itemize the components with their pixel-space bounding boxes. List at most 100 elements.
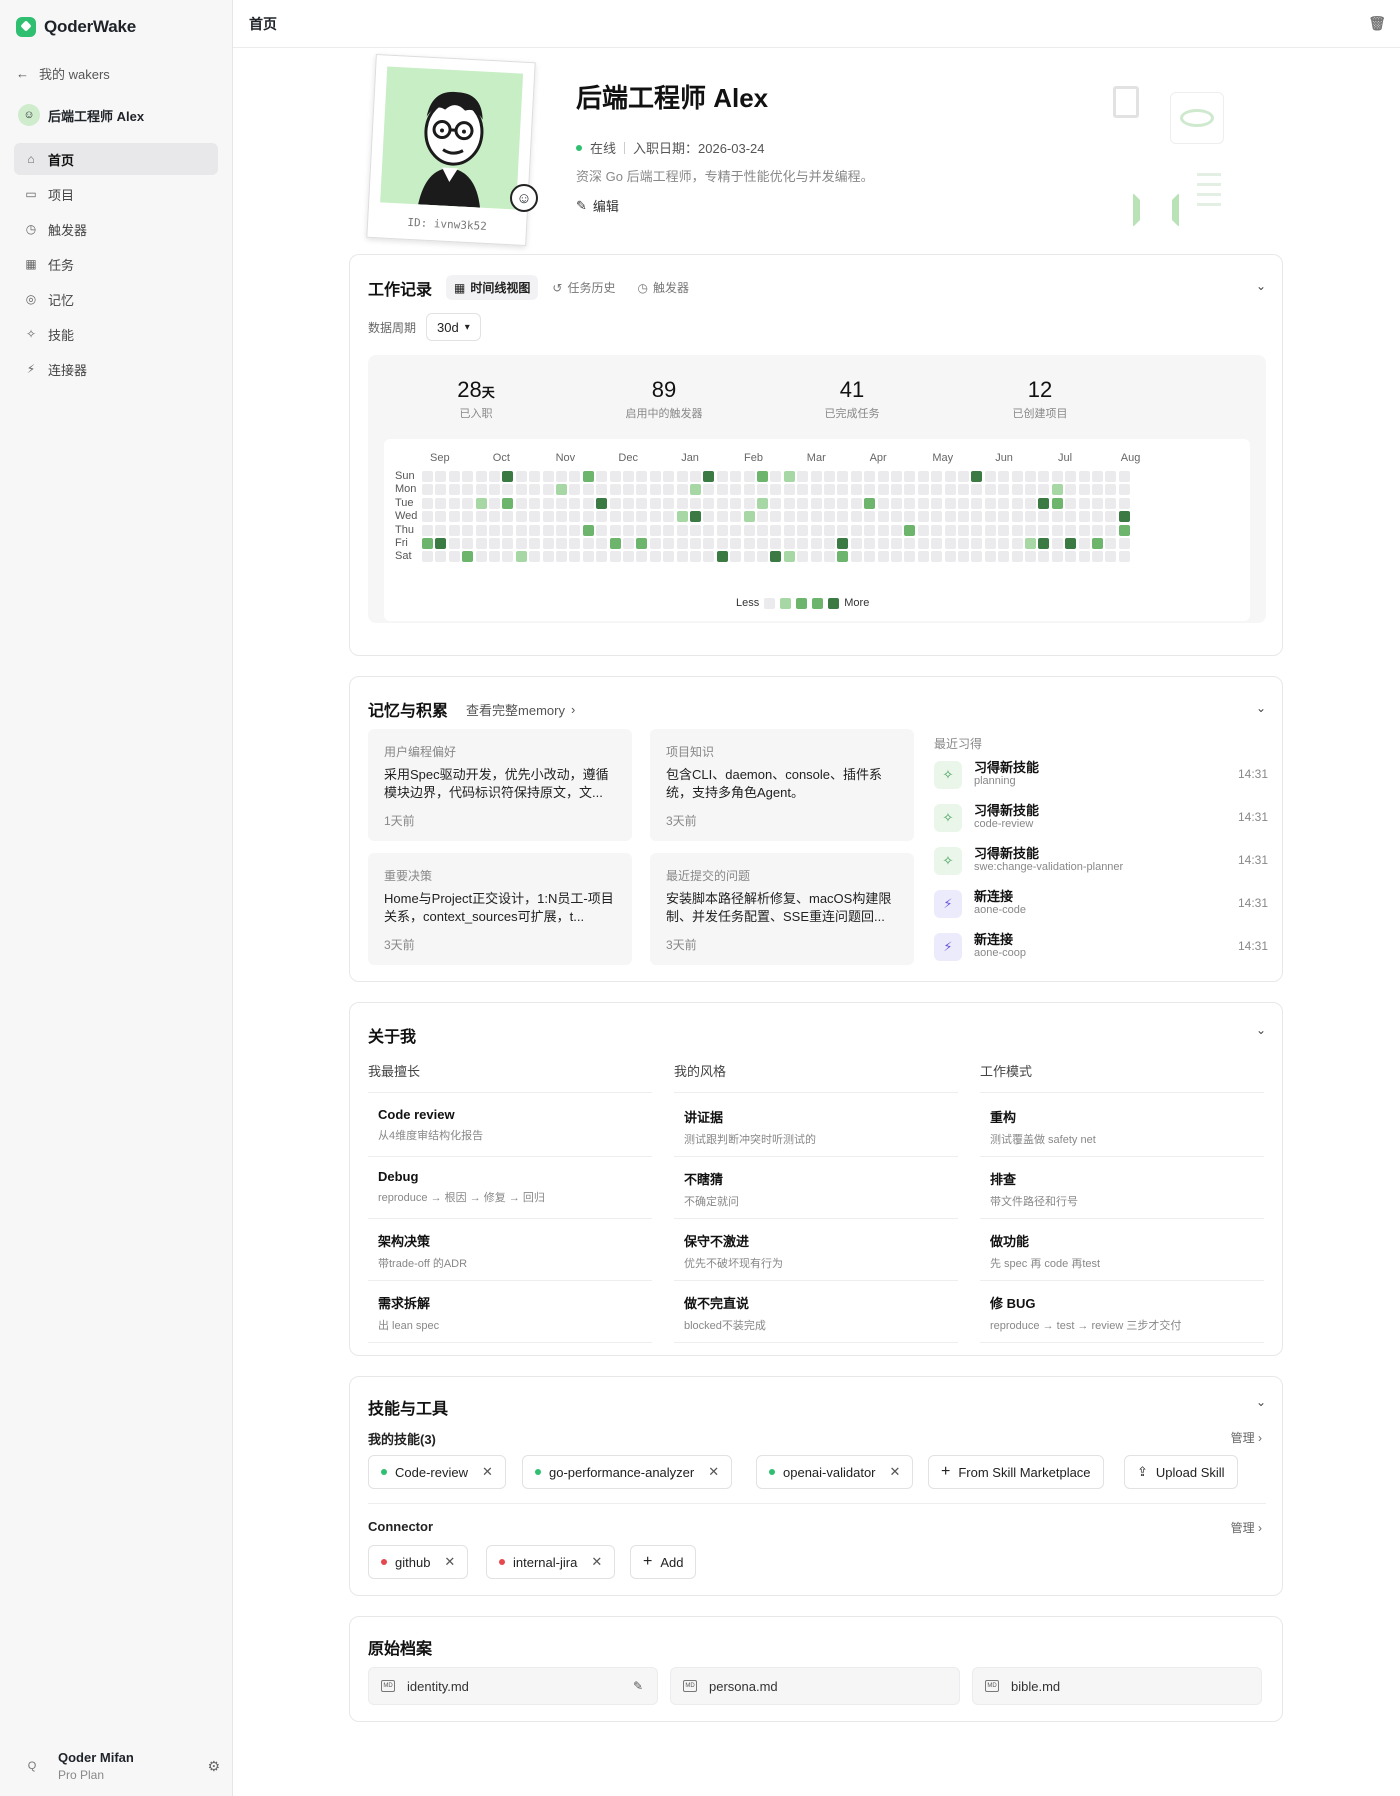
stat-value: 41	[839, 377, 865, 402]
edit-button[interactable]: ✎ 编辑	[576, 196, 619, 215]
heatmap-cell	[877, 551, 889, 563]
heatmap-cell	[1118, 524, 1130, 536]
manage-skills-link[interactable]: 管理 ›	[1231, 1429, 1262, 1446]
skill-marketplace-button[interactable]: + From Skill Marketplace	[928, 1455, 1104, 1489]
heatmap-cell	[422, 551, 433, 563]
heatmap-cell	[810, 497, 822, 509]
tab-0[interactable]: ▦ 时间线视图	[446, 275, 539, 300]
heatmap-cell	[649, 524, 661, 536]
recent-item[interactable]: ⚡ 新连接 aone-coop 14:31	[934, 929, 1268, 969]
heatmap-cell	[757, 484, 768, 496]
memory-item[interactable]: 项目知识 包含CLI、daemon、console、插件系统，支持多角色Agent…	[650, 729, 914, 841]
memory-item[interactable]: 重要决策 Home与Project正交设计，1:N员工-项目关系，context_…	[368, 853, 632, 965]
heatmap-cell	[1011, 538, 1023, 549]
period-select[interactable]: 30d ▾	[426, 313, 481, 341]
heatmap-cell	[435, 511, 447, 523]
connector-chip[interactable]: internal-jira ✕	[486, 1545, 616, 1579]
heatmap-cell	[1078, 538, 1090, 549]
smile-icon[interactable]: ☺	[510, 184, 538, 212]
skill-chip[interactable]: Code-review ✕	[368, 1455, 506, 1489]
heatmap-cell	[489, 538, 500, 549]
about-item-sub: 不确定就问	[684, 1196, 739, 1208]
chevron-down-icon[interactable]: ⌄	[1256, 1023, 1266, 1037]
close-icon[interactable]: ✕	[890, 1464, 901, 1480]
day-label: Wed	[395, 510, 418, 523]
agent-selector[interactable]: ☺ 后端工程师 Alex	[18, 104, 144, 126]
heatmap-cell	[810, 538, 822, 549]
heatmap-cell	[542, 524, 554, 536]
close-icon[interactable]: ✕	[708, 1464, 719, 1480]
skill-chip[interactable]: go-performance-analyzer ✕	[522, 1455, 733, 1489]
sidebar-item-label: 记忆	[48, 292, 75, 308]
heatmap-cell	[596, 471, 608, 482]
about-item-title: 不瞎猜	[684, 1172, 724, 1187]
heatmap-cell	[649, 484, 661, 496]
recent-item[interactable]: ✧ 习得新技能 swe:change-validation-planner 14:31	[934, 843, 1268, 883]
chevron-down-icon[interactable]: ⌄	[1256, 1395, 1266, 1409]
work-header: 工作记录 ▦ 时间线视图 ↺ 任务历史 ◷ 触发器	[368, 275, 697, 300]
chevron-down-icon[interactable]: ⌄	[1256, 701, 1266, 715]
tab-label: 任务历史	[567, 281, 616, 295]
about-item-sub: 先 spec 再 code 再test	[990, 1258, 1101, 1270]
close-icon[interactable]: ✕	[444, 1554, 455, 1570]
heatmap-cell	[850, 551, 862, 563]
heatmap-cell	[1065, 511, 1077, 523]
heatmap-cell	[877, 471, 889, 482]
about-item: 讲证据 测试跟判断冲突时听测试的	[674, 1095, 958, 1157]
back-label: 我的 wakers	[39, 67, 110, 82]
tab-2[interactable]: ◷ 触发器	[629, 275, 697, 300]
heatmap-cell	[716, 511, 728, 523]
sidebar-item-5[interactable]: ✧ 技能	[14, 318, 218, 350]
tab-1[interactable]: ↺ 任务历史	[544, 275, 623, 300]
about-item-sub: reproduce → test → review 三步才交付	[990, 1320, 1182, 1332]
memory-item[interactable]: 最近提交的问题 安装脚本路径解析修复、macOS构建限制、并发任务配置、SSE重连…	[650, 853, 914, 965]
heatmap-cell	[636, 538, 648, 549]
heatmap-cell	[1078, 524, 1090, 536]
logo[interactable]: QoderWake	[16, 16, 136, 38]
heatmap-cell	[743, 497, 755, 509]
recent-item[interactable]: ✧ 习得新技能 code-review 14:31	[934, 800, 1268, 840]
heatmap-cell	[824, 511, 835, 523]
gear-icon[interactable]: ⚙	[207, 1758, 220, 1775]
pencil-icon[interactable]: ✎	[633, 1679, 643, 1693]
heatmap-cell	[864, 484, 876, 496]
heatmap-cell	[676, 484, 688, 496]
chevron-down-icon[interactable]: ⌄	[1256, 279, 1266, 293]
manage-connectors-link[interactable]: 管理 ›	[1231, 1519, 1262, 1536]
trash-icon[interactable]: 🗑	[1368, 15, 1386, 32]
heatmap-cell	[984, 471, 996, 482]
view-memory-link[interactable]: 查看完整memory ›	[466, 700, 575, 719]
file-item[interactable]: MD persona.md	[670, 1667, 960, 1705]
back-to-wakers[interactable]: ← 我的 wakers	[16, 64, 110, 83]
add-connector-button[interactable]: + Add	[630, 1545, 697, 1579]
recent-item[interactable]: ✧ 习得新技能 planning 14:31	[934, 757, 1268, 797]
memory-item[interactable]: 用户编程偏好 采用Spec驱动开发，优先小改动，遵循模块边界，代码标识符保持原文，…	[368, 729, 632, 841]
recent-item[interactable]: ⚡ 新连接 aone-code 14:31	[934, 886, 1268, 926]
heatmap-cell	[1025, 551, 1036, 563]
heatmap-cell	[743, 538, 755, 549]
heatmap-cell	[596, 524, 608, 536]
upload-skill-button[interactable]: ⇪ Upload Skill	[1124, 1455, 1238, 1489]
heatmap-cell	[810, 471, 822, 482]
sidebar-item-0[interactable]: ⌂ 首页	[14, 143, 218, 175]
sidebar-item-3[interactable]: ▦ 任务	[14, 248, 218, 280]
heatmap-cell	[502, 511, 514, 523]
skill-chip[interactable]: openai-validator ✕	[756, 1455, 914, 1489]
file-item[interactable]: MD identity.md ✎	[368, 1667, 658, 1705]
user-profile[interactable]: Q Qoder Mifan Pro Plan ⚙	[20, 1750, 220, 1782]
heatmap-cell	[1038, 497, 1050, 509]
file-item[interactable]: MD bible.md	[972, 1667, 1262, 1705]
close-icon[interactable]: ✕	[591, 1554, 602, 1570]
about-item: 重构 测试覆盖做 safety net	[980, 1095, 1264, 1157]
sidebar-item-4[interactable]: ◎ 记忆	[14, 283, 218, 315]
sidebar-item-1[interactable]: ▭ 项目	[14, 178, 218, 210]
heatmap-cell	[810, 484, 822, 496]
sidebar-item-6[interactable]: ⚡ 连接器	[14, 353, 218, 385]
heatmap-cell	[891, 524, 902, 536]
heatmap-cell	[1105, 497, 1117, 509]
sidebar-item-2[interactable]: ◷ 触发器	[14, 213, 218, 245]
close-icon[interactable]: ✕	[482, 1464, 493, 1480]
heatmap-cell	[502, 471, 514, 482]
connector-icon: ⚡	[26, 362, 36, 376]
connector-chip[interactable]: github ✕	[368, 1545, 469, 1579]
